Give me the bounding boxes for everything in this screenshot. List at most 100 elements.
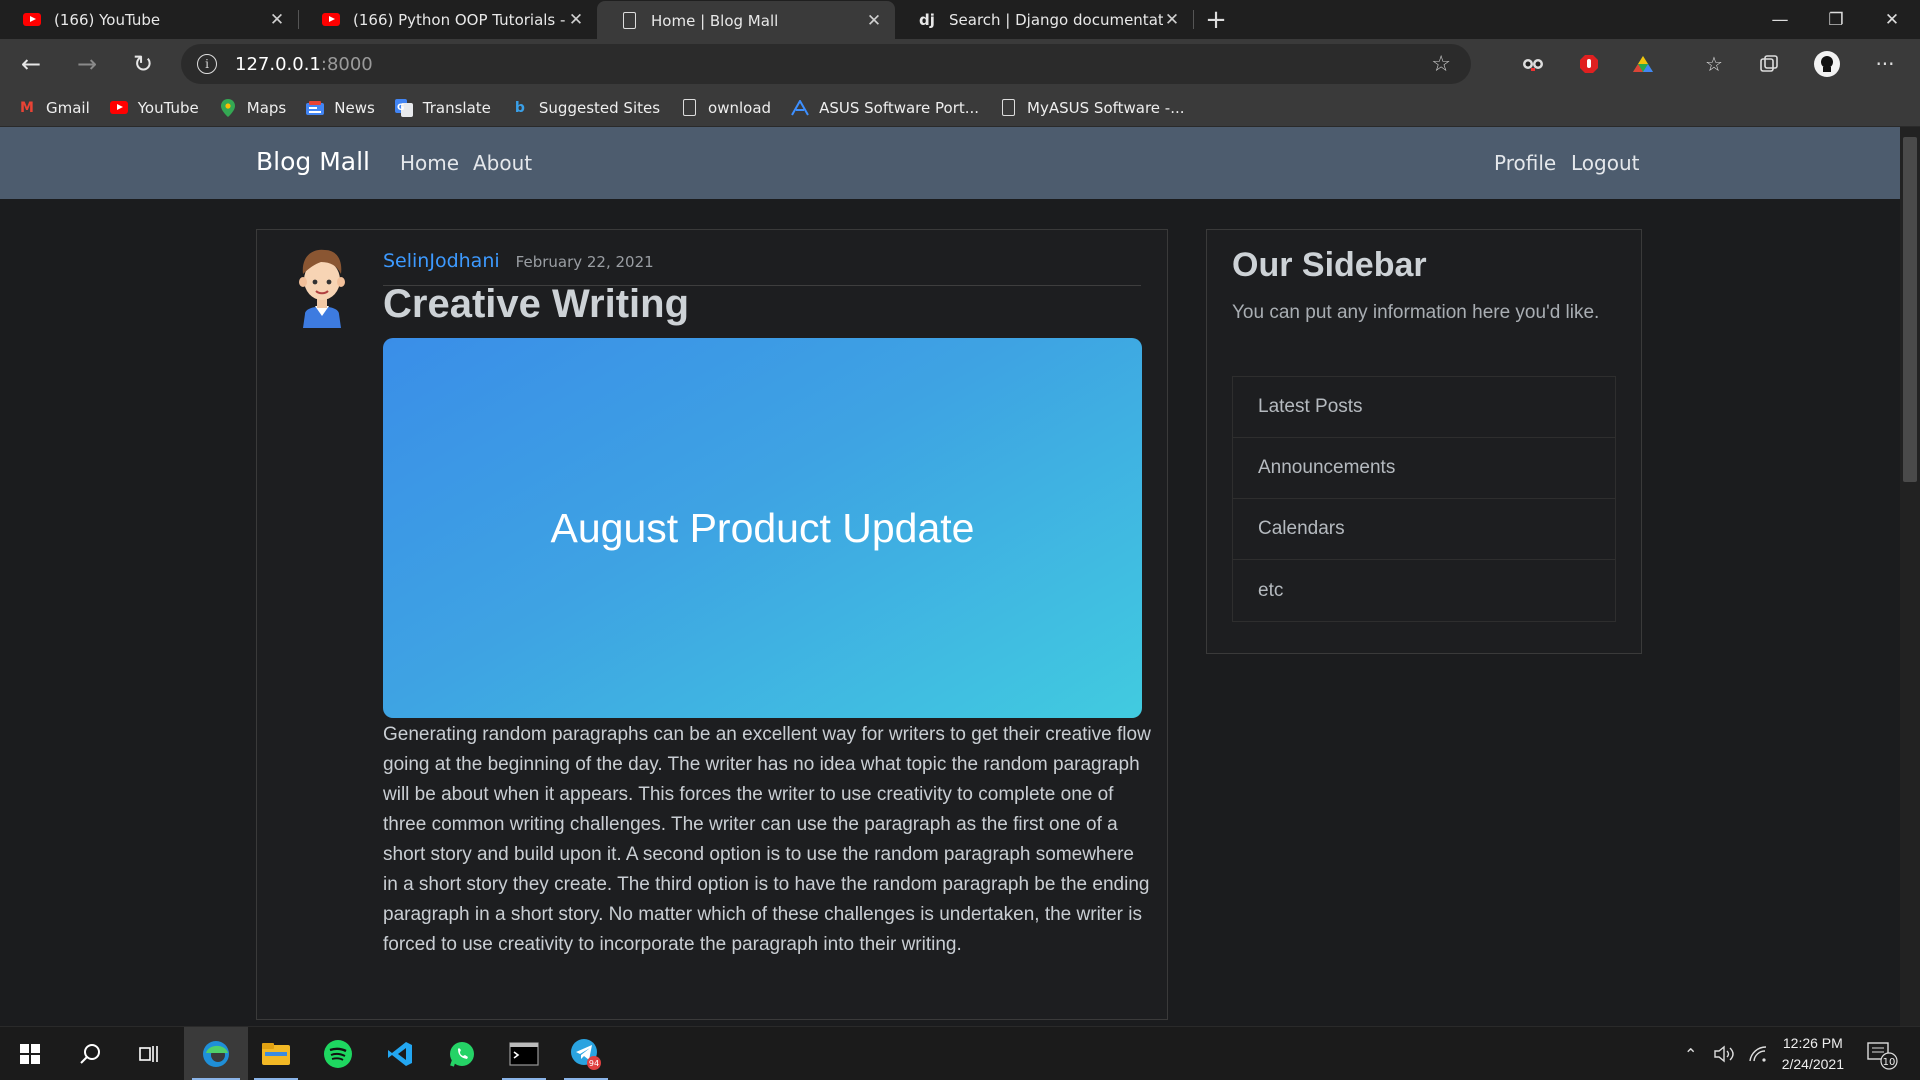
close-icon[interactable]: ✕	[567, 10, 585, 30]
notification-count: 10	[1883, 1057, 1896, 1068]
site-brand-link[interactable]: Blog Mall	[256, 147, 370, 176]
notification-center-icon[interactable]: 10	[1866, 1027, 1898, 1080]
favorite-asus-software-portal[interactable]: ASUS Software Port...	[791, 99, 979, 117]
page-icon	[680, 99, 698, 117]
browser-tab[interactable]: (166) Python OOP Tutorials - Wo ✕	[299, 0, 597, 39]
favorite-news[interactable]: News	[306, 99, 375, 117]
close-icon[interactable]: ✕	[1163, 10, 1181, 30]
site-info-icon[interactable]: i	[197, 54, 217, 74]
adblock-icon[interactable]	[1572, 47, 1606, 81]
favorite-myasus-software[interactable]: MyASUS Software -...	[999, 98, 1185, 117]
add-favorite-icon[interactable]: ☆	[1431, 52, 1451, 77]
volume-icon[interactable]	[1714, 1027, 1736, 1080]
whatsapp-icon[interactable]	[432, 1027, 492, 1080]
post-image-text: August Product Update	[550, 504, 975, 551]
telegram-badge: 94	[589, 1059, 599, 1068]
author-link[interactable]: SelinJodhani	[383, 250, 500, 272]
search-icon[interactable]	[60, 1027, 120, 1080]
refresh-button[interactable]: ↻	[118, 44, 168, 84]
forward-button[interactable]: →	[62, 44, 112, 84]
browser-tab-active[interactable]: Home | Blog Mall ✕	[597, 1, 895, 40]
tab-title: (166) Python OOP Tutorials - Wo	[353, 10, 567, 29]
clock-time: 12:26 PM	[1782, 1035, 1843, 1051]
favorite-download[interactable]: ownload	[680, 99, 771, 117]
profile-avatar[interactable]	[1810, 47, 1844, 81]
spotify-icon[interactable]	[308, 1027, 368, 1080]
sidebar-item-announcements[interactable]: Announcements	[1233, 438, 1615, 499]
favorite-suggested-sites[interactable]: b Suggested Sites	[511, 99, 660, 117]
youtube-icon	[109, 99, 128, 117]
translate-icon: G	[394, 98, 413, 117]
telegram-icon[interactable]: 94	[556, 1027, 616, 1080]
favorite-label: MyASUS Software -...	[1027, 98, 1185, 117]
sidebar-item-calendars[interactable]: Calendars	[1233, 499, 1615, 560]
favorite-translate[interactable]: G Translate	[394, 98, 491, 117]
gmail-icon: M	[20, 99, 34, 116]
favorites-icon[interactable]: ☆	[1697, 47, 1731, 81]
sidebar-description: You can put any information here you'd l…	[1232, 302, 1600, 323]
wifi-icon[interactable]	[1748, 1027, 1768, 1080]
close-window-button[interactable]: ✕	[1864, 0, 1920, 39]
browser-toolbar: ← → ↻ i 127.0.0.1:8000 ☆ ☆ ···	[0, 39, 1920, 89]
url-host: 127.0.0.1	[235, 53, 321, 75]
post-image: August Product Update	[383, 338, 1142, 718]
nav-link-profile[interactable]: Profile	[1494, 151, 1556, 175]
post-title[interactable]: Creative Writing	[383, 282, 689, 327]
favorites-bar: M Gmail YouTube Maps News G Translate b …	[0, 89, 1920, 127]
vscode-icon[interactable]	[370, 1027, 430, 1080]
more-options-icon[interactable]: ···	[1868, 47, 1902, 81]
sidebar-item-etc[interactable]: etc	[1233, 560, 1615, 621]
favorite-label: ASUS Software Port...	[819, 98, 980, 117]
favorite-label: ownload	[708, 98, 772, 117]
post-date: February 22, 2021	[515, 253, 654, 271]
restore-button[interactable]: ❐	[1808, 0, 1864, 39]
favorite-label: Gmail	[46, 98, 90, 117]
favorite-label: Translate	[422, 98, 491, 117]
url-port: :8000	[320, 53, 373, 75]
terminal-icon[interactable]	[494, 1027, 554, 1080]
extension-icon[interactable]	[1516, 47, 1550, 81]
maps-icon	[219, 98, 237, 117]
favorite-label: Maps	[246, 98, 287, 117]
sidebar-item-latest-posts[interactable]: Latest Posts	[1233, 377, 1615, 438]
system-clock[interactable]: 12:26 PM 2/24/2021	[1782, 1033, 1844, 1075]
color-picker-icon[interactable]	[1626, 47, 1660, 81]
author-avatar	[291, 244, 353, 328]
page-scrollbar[interactable]	[1900, 127, 1920, 1027]
favorite-label: YouTube	[137, 98, 199, 117]
sidebar-list: Latest Posts Announcements Calendars etc	[1232, 376, 1616, 622]
sidebar-title: Our Sidebar	[1232, 246, 1427, 284]
new-tab-button[interactable]: +	[1194, 0, 1238, 39]
taskbar: 94 ⌃ 12:26 PM 2/24/2021 10	[0, 1026, 1920, 1080]
favorite-gmail[interactable]: M Gmail	[18, 99, 90, 117]
minimize-button[interactable]: —	[1752, 0, 1808, 39]
nav-link-logout[interactable]: Logout	[1571, 151, 1639, 175]
task-view-icon[interactable]	[120, 1027, 180, 1080]
file-explorer-icon[interactable]	[246, 1027, 306, 1080]
browser-tab[interactable]: (166) YouTube ✕	[0, 0, 298, 39]
edge-icon[interactable]	[184, 1027, 248, 1080]
url-text: 127.0.0.1:8000	[235, 54, 373, 75]
back-button[interactable]: ←	[6, 44, 56, 84]
start-button[interactable]	[0, 1027, 60, 1080]
close-icon[interactable]: ✕	[865, 11, 883, 31]
youtube-icon	[22, 10, 42, 30]
show-hidden-icons-button[interactable]: ⌃	[1684, 1027, 1697, 1080]
close-icon[interactable]: ✕	[268, 10, 286, 30]
address-bar[interactable]: i 127.0.0.1:8000 ☆	[181, 44, 1471, 84]
favorite-maps[interactable]: Maps	[219, 98, 287, 117]
tab-title: Search | Django documentation |	[949, 10, 1163, 29]
post-card: SelinJodhani February 22, 2021 Creative …	[256, 229, 1168, 1020]
collections-icon[interactable]	[1752, 47, 1786, 81]
favorite-label: Suggested Sites	[538, 98, 661, 117]
scrollbar-thumb[interactable]	[1903, 137, 1917, 482]
post-meta: SelinJodhani February 22, 2021	[383, 250, 1141, 286]
sidebar: Our Sidebar You can put any information …	[1206, 229, 1642, 654]
browser-tab[interactable]: dj Search | Django documentation | ✕	[895, 0, 1193, 39]
youtube-icon	[321, 10, 341, 30]
nav-link-about[interactable]: About	[473, 151, 532, 175]
window-controls: — ❐ ✕	[1752, 0, 1920, 39]
favorite-youtube[interactable]: YouTube	[109, 98, 199, 117]
favorite-label: News	[334, 98, 375, 117]
nav-link-home[interactable]: Home	[400, 151, 459, 175]
